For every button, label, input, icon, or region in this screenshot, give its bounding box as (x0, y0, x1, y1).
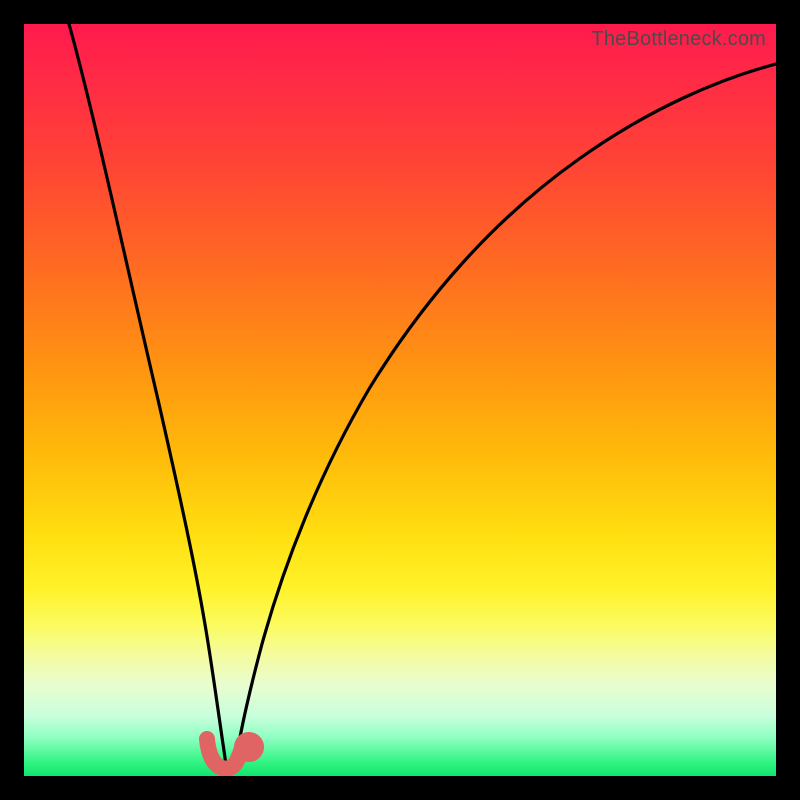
chart-frame: TheBottleneck.com (0, 0, 800, 800)
right-branch-curve (234, 64, 776, 772)
curve-layer (24, 24, 776, 776)
highlight-blob (207, 739, 256, 769)
plot-area: TheBottleneck.com (24, 24, 776, 776)
left-branch-curve (69, 24, 227, 772)
watermark-text: TheBottleneck.com (591, 28, 766, 51)
